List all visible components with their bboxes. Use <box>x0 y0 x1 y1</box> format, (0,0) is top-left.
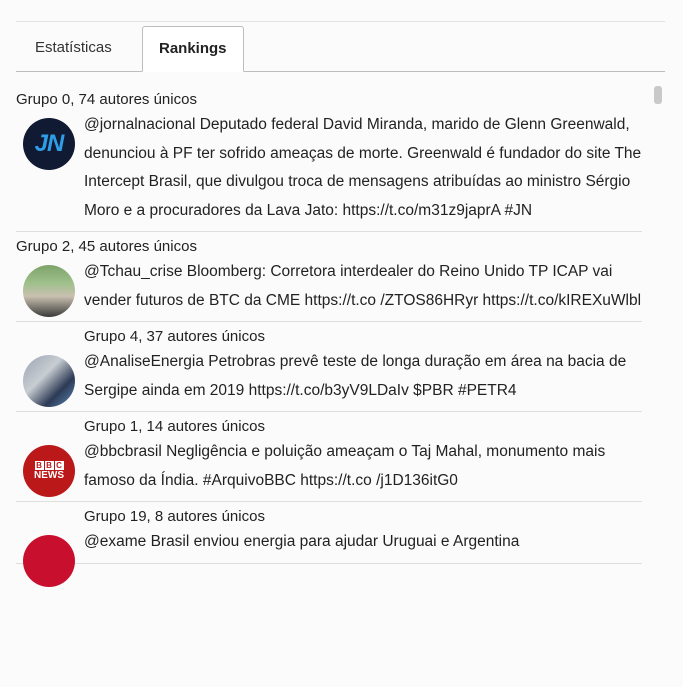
tweet-text: @exame Brasil enviou energia para ajudar… <box>84 533 520 550</box>
scrollbar-thumb[interactable] <box>654 86 662 104</box>
group-title: Grupo 0, 74 autores únicos <box>16 91 197 108</box>
ranking-group: Grupo 0, 74 autores únicos JN @jornalnac… <box>16 89 642 232</box>
group-title: Grupo 4, 37 autores únicos <box>84 328 265 345</box>
tab-estatisticas[interactable]: Estatísticas <box>19 26 128 70</box>
tweet-text: @bbcbrasil Negligência e poluição ameaça… <box>84 443 606 489</box>
jn-logo-text: JN <box>34 129 65 157</box>
jn-logo-avatar[interactable]: JN <box>23 118 75 170</box>
tab-rankings[interactable]: Rankings <box>142 26 244 72</box>
group-title: Grupo 1, 14 autores únicos <box>84 418 265 435</box>
tweet-text: @jornalnacional Deputado federal David M… <box>84 116 642 219</box>
tweet: @Tchau_crise Bloomberg: Corretora interd… <box>16 258 642 317</box>
tweet: JN @jornalnacional Deputado federal Davi… <box>16 111 642 225</box>
top-divider <box>16 21 665 22</box>
exame-logo-avatar[interactable] <box>23 535 75 587</box>
group-title: Grupo 2, 45 autores únicos <box>16 238 197 255</box>
user-photo-avatar[interactable] <box>23 265 75 317</box>
ranking-group: Grupo 1, 14 autores únicos BBC NEWS @bbc… <box>16 416 642 502</box>
tab-bar: Estatísticas Rankings <box>16 26 665 72</box>
tweet-text: @AnaliseEnergia Petrobras prevê teste de… <box>84 353 627 399</box>
ranking-group: Grupo 19, 8 autores únicos @exame Brasil… <box>16 506 642 587</box>
tweet: @AnaliseEnergia Petrobras prevê teste de… <box>16 348 642 407</box>
tweet-text: @Tchau_crise Bloomberg: Corretora interd… <box>84 263 642 309</box>
tweet: @exame Brasil enviou energia para ajudar… <box>16 528 642 587</box>
ranking-group: Grupo 2, 45 autores únicos @Tchau_crise … <box>16 236 642 322</box>
user-photo-avatar[interactable] <box>23 355 75 407</box>
ranking-group: Grupo 4, 37 autores únicos @AnaliseEnerg… <box>16 326 642 412</box>
bbc-news-logo-avatar[interactable]: BBC NEWS <box>23 445 75 497</box>
group-title: Grupo 19, 8 autores únicos <box>84 508 265 525</box>
bbc-logo: BBC NEWS <box>34 461 64 481</box>
rankings-list[interactable]: Grupo 0, 74 autores únicos JN @jornalnac… <box>16 86 642 687</box>
bbc-news-text: NEWS <box>34 470 64 481</box>
tweet: BBC NEWS @bbcbrasil Negligência e poluiç… <box>16 438 642 497</box>
